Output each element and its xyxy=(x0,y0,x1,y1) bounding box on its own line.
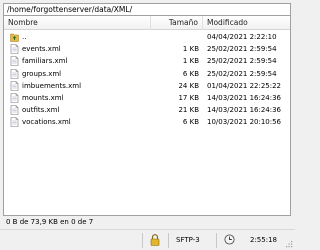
column-header-modified[interactable]: Modificado xyxy=(203,16,292,30)
file-row[interactable]: outfits.xml 21 KB 14/03/2021 16:24:36 xyxy=(4,104,290,116)
remote-path-field[interactable]: /home/forgottenserver/data/XML/ xyxy=(3,3,291,16)
file-modified: 25/02/2021 2:59:54 xyxy=(207,69,277,78)
parent-folder-icon xyxy=(10,33,19,42)
file-modified: 14/03/2021 16:24:36 xyxy=(207,106,282,115)
file-size: 17 KB xyxy=(178,94,199,102)
file-icon xyxy=(10,105,19,115)
file-modified: 25/02/2021 2:59:54 xyxy=(207,57,277,66)
file-name: mounts.xml xyxy=(22,94,64,102)
file-size: 1 KB xyxy=(182,45,199,54)
file-name: events.xml xyxy=(22,45,61,54)
file-size: 24 KB xyxy=(178,81,199,90)
file-icon xyxy=(10,93,19,103)
file-row[interactable]: imbuements.xml 24 KB 01/04/2021 22:25:22 xyxy=(4,80,290,92)
protocol-label: SFTP-3 xyxy=(176,236,200,244)
file-size: 6 KB xyxy=(182,118,199,127)
file-modified: 10/03/2021 20:10:56 xyxy=(207,118,282,127)
file-size: 1 KB xyxy=(182,57,199,66)
selection-status: 0 B de 73,9 KB en 0 de 7 xyxy=(3,216,291,229)
file-row[interactable]: groups.xml 6 KB 25/02/2021 2:59:54 xyxy=(4,68,290,80)
file-modified: 01/04/2021 22:25:22 xyxy=(207,81,282,90)
file-size: 6 KB xyxy=(182,69,199,78)
resize-grip-icon[interactable] xyxy=(285,240,293,248)
status-bar: SFTP-3 2:55:18 xyxy=(0,229,295,250)
status-separator xyxy=(168,233,169,248)
file-size: 21 KB xyxy=(178,106,199,115)
column-header-name[interactable]: Nombre xyxy=(4,16,151,30)
file-icon xyxy=(10,117,19,128)
file-list[interactable]: Nombre Tamaño Modificado .. 04/04/2021 2:… xyxy=(3,16,291,216)
file-row[interactable]: vocations.xml 6 KB 10/03/2021 20:10:56 xyxy=(4,116,290,128)
status-separator xyxy=(142,233,143,248)
file-name: outfits.xml xyxy=(22,106,60,115)
file-name: groups.xml xyxy=(22,69,62,78)
file-row[interactable]: familiars.xml 1 KB 25/02/2021 2:59:54 xyxy=(4,55,290,67)
file-modified: 14/03/2021 16:24:36 xyxy=(207,94,282,102)
file-icon xyxy=(10,44,19,54)
file-row[interactable]: mounts.xml 17 KB 14/03/2021 16:24:36 xyxy=(4,92,290,104)
file-row[interactable]: events.xml 1 KB 25/02/2021 2:59:54 xyxy=(4,43,290,55)
clock-icon xyxy=(224,234,235,245)
elapsed-time: 2:55:18 xyxy=(250,236,277,244)
file-name: familiars.xml xyxy=(22,57,68,66)
column-header-size[interactable]: Tamaño xyxy=(151,16,203,30)
remote-file-panel: /home/forgottenserver/data/XML/ Nombre T… xyxy=(0,0,295,250)
file-icon xyxy=(10,68,19,79)
file-modified: 04/04/2021 2:22:10 xyxy=(207,33,277,41)
file-name: imbuements.xml xyxy=(22,81,82,90)
file-list-header: Nombre Tamaño Modificado xyxy=(4,16,290,30)
lock-icon[interactable] xyxy=(150,234,160,246)
status-separator xyxy=(216,233,217,248)
file-row[interactable]: .. 04/04/2021 2:22:10 xyxy=(4,31,290,43)
file-icon xyxy=(10,56,19,67)
file-modified: 25/02/2021 2:59:54 xyxy=(207,45,277,54)
file-name: vocations.xml xyxy=(22,118,71,127)
file-name: .. xyxy=(22,33,27,41)
file-icon xyxy=(10,80,19,91)
